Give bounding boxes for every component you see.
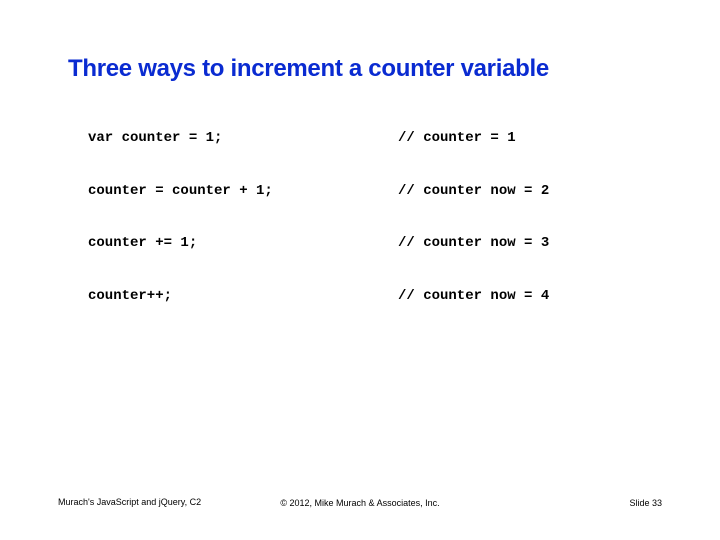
code-line: counter = counter + 1;// counter now = 2 [88, 183, 549, 201]
code-stmt: counter += 1; [88, 235, 398, 253]
code-stmt: counter = counter + 1; [88, 183, 398, 201]
code-line: counter += 1;// counter now = 3 [88, 235, 549, 253]
code-block: var counter = 1;// counter = 1 counter =… [88, 95, 549, 340]
slide: Three ways to increment a counter variab… [0, 0, 720, 540]
footer-slide-num: Slide 33 [629, 498, 662, 508]
code-comment: // counter now = 4 [398, 288, 549, 306]
code-stmt: var counter = 1; [88, 130, 398, 148]
code-comment: // counter now = 2 [398, 183, 549, 201]
code-line: var counter = 1;// counter = 1 [88, 130, 549, 148]
code-line: counter++;// counter now = 4 [88, 288, 549, 306]
footer-copyright: © 2012, Mike Murach & Associates, Inc. [58, 498, 662, 508]
code-comment: // counter = 1 [398, 130, 516, 148]
code-comment: // counter now = 3 [398, 235, 549, 253]
slide-title: Three ways to increment a counter variab… [68, 55, 549, 83]
code-stmt: counter++; [88, 288, 398, 306]
